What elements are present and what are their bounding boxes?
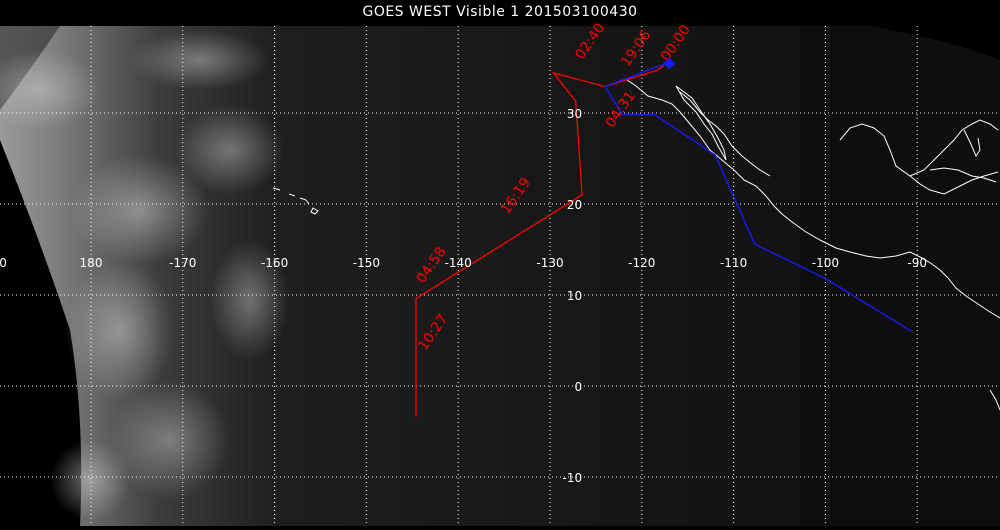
image-title: GOES WEST Visible 1 201503100430 xyxy=(362,4,638,20)
longitude-label: -160 xyxy=(261,256,288,270)
longitude-label: -130 xyxy=(536,256,563,270)
latitude-label: -10 xyxy=(563,471,583,485)
longitude-label: -120 xyxy=(628,256,655,270)
longitude-label: -150 xyxy=(353,256,380,270)
satellite-map: 02:4019:0600:0004:3116:1904:5810:27 7018… xyxy=(0,0,1000,526)
longitude-label: -90 xyxy=(907,256,927,270)
latitude-label: 20 xyxy=(567,198,582,212)
latitude-label: 10 xyxy=(567,289,582,303)
longitude-label: -110 xyxy=(720,256,747,270)
satellite-imagery xyxy=(0,26,1000,526)
latitude-label: 0 xyxy=(574,380,582,394)
longitude-label: 180 xyxy=(80,256,103,270)
longitude-label: 70 xyxy=(0,256,7,270)
latitude-label: 30 xyxy=(567,107,582,121)
map-canvas: 02:4019:0600:0004:3116:1904:5810:27 7018… xyxy=(0,20,1000,526)
longitude-label: -170 xyxy=(169,256,196,270)
longitude-label: -140 xyxy=(445,256,472,270)
longitude-label: -100 xyxy=(812,256,839,270)
